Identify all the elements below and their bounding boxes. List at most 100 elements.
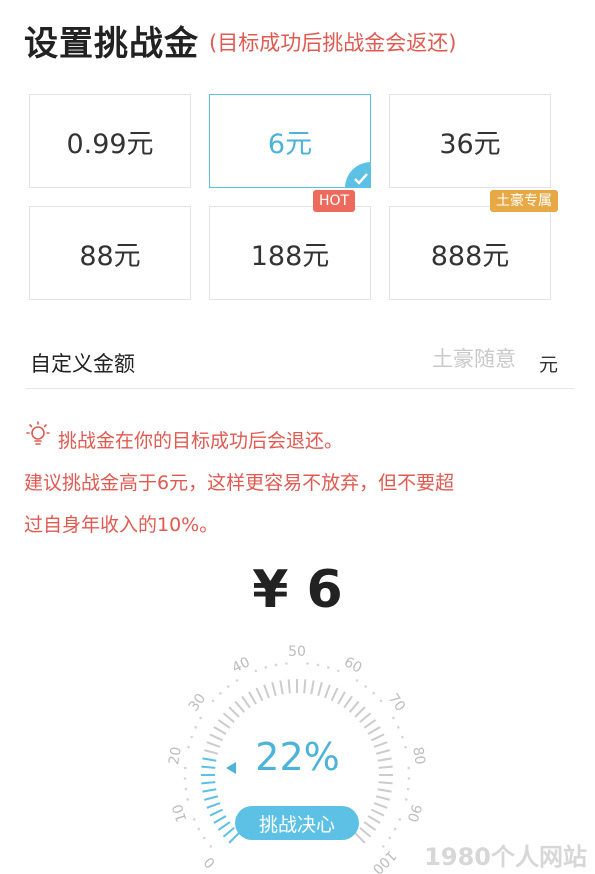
gauge-tick-label: 10 xyxy=(170,802,191,824)
gauge-scale-dot xyxy=(336,669,340,673)
gauge-tick xyxy=(201,781,216,785)
gauge-tick-label: 100 xyxy=(369,847,399,874)
gauge-tick xyxy=(248,691,257,705)
tip-line-3: 过自身年收入的10%。 xyxy=(24,514,219,536)
gauge-tick xyxy=(359,826,372,838)
gauge-scale-dot xyxy=(398,818,402,821)
amount-option-36[interactable]: 36元 xyxy=(389,94,551,188)
gauge-scale-dot xyxy=(264,666,268,669)
gauge-tick xyxy=(324,684,331,699)
gauge-scale-dot xyxy=(235,679,239,682)
amount-option-label: 888元 xyxy=(430,240,510,272)
gauge-scale-dot xyxy=(209,845,213,848)
gauge-scale-dot xyxy=(355,679,359,682)
gauge-tick xyxy=(202,788,217,793)
custom-amount-label: 自定义金额 xyxy=(30,352,135,376)
header: 设置挑战金 (目标成功后挑战金会返还) xyxy=(24,14,456,66)
gauge-tick xyxy=(279,680,284,695)
gauge-tick-label: 60 xyxy=(341,654,364,676)
amount-option-0-99[interactable]: 0.99元 xyxy=(29,94,191,188)
amount-option-6[interactable]: 6元 xyxy=(209,94,371,188)
gauge-tick xyxy=(330,687,339,702)
gauge-scale-dot xyxy=(199,716,202,720)
gauge-tick xyxy=(354,832,366,844)
tip-line-1: 挑战金在你的目标成功后会退还。 xyxy=(58,430,344,452)
gauge-scale-dot xyxy=(274,663,278,667)
lightbulb-icon xyxy=(24,420,52,462)
gauge-tick xyxy=(370,808,385,817)
gauge-tick xyxy=(367,726,381,735)
gauge-tick xyxy=(255,687,264,702)
gauge-scale-dot xyxy=(397,726,400,729)
gauge-tick xyxy=(378,781,393,785)
gauge-tick xyxy=(348,700,360,713)
gauge-tick xyxy=(317,682,323,697)
gauge-scale-dot xyxy=(285,662,288,665)
gauge-scale-dot xyxy=(192,818,196,821)
gauge-tick xyxy=(287,679,291,694)
gauge-scale-dot xyxy=(388,836,391,840)
gauge-pointer-icon xyxy=(226,762,236,774)
gauge-tick xyxy=(354,706,366,718)
gauge-scale-dot xyxy=(184,787,188,791)
custom-amount-row: 自定义金额 元 xyxy=(26,338,574,389)
gauge-scale-dot xyxy=(219,692,222,695)
gauge-tick xyxy=(303,679,307,694)
amount-option-188[interactable]: 188元 xyxy=(209,206,371,300)
gauge-tick xyxy=(213,726,227,735)
gauge-scale-dot xyxy=(381,845,385,848)
amount-option-label: 36元 xyxy=(439,128,501,160)
watermark: 1980个人网站 xyxy=(424,843,587,871)
gauge-tick-label: 30 xyxy=(186,691,209,715)
tuhao-badge: 土豪专属 xyxy=(490,190,558,212)
gauge-percent: 22% xyxy=(255,735,340,779)
gauge-tick xyxy=(363,821,377,831)
page-subtitle: (目标成功后挑战金会返还) xyxy=(209,31,457,55)
tip-line-2: 建议挑战金高于6元，这样更容易不放弃，但不要超 xyxy=(24,472,455,494)
gauge-scale-dot xyxy=(406,787,410,791)
gauge-scale-dot xyxy=(211,699,215,703)
gauge-tick-label: 70 xyxy=(385,691,408,715)
gauge-scale-dot xyxy=(405,798,408,801)
gauge-scale-dot xyxy=(392,716,395,720)
gauge-scale-dot xyxy=(316,663,320,667)
gauge-scale-dot xyxy=(379,699,383,703)
gauge-tick xyxy=(228,832,240,844)
custom-amount-unit: 元 xyxy=(538,354,558,376)
gauge-tick xyxy=(222,826,235,838)
amount-option-label: 88元 xyxy=(79,240,141,272)
gauge-tick xyxy=(217,821,231,831)
tips-block: 挑战金在你的目标成功后会退还。 建议挑战金高于6元，这样更容易不放弃，但不要超 … xyxy=(24,420,574,546)
gauge-scale-dot xyxy=(197,827,201,831)
challenge-determination-button[interactable]: 挑战决心 xyxy=(235,806,359,840)
custom-amount-input[interactable] xyxy=(394,346,518,372)
gauge-tick xyxy=(263,684,270,699)
gauge-scale-dot xyxy=(326,666,330,669)
amount-option-label: 6元 xyxy=(267,128,313,160)
gauge-tick xyxy=(367,815,381,824)
gauge-tick-label: 90 xyxy=(404,802,425,824)
gauge-tick xyxy=(363,719,377,729)
amount-option-label: 188元 xyxy=(250,240,330,272)
gauge-tick xyxy=(337,691,346,705)
amount-option-888[interactable]: 888元 xyxy=(389,206,551,300)
gauge-tick-label: 50 xyxy=(288,644,306,660)
gauge-scale-dot xyxy=(203,836,206,840)
gauge-tick xyxy=(241,695,251,709)
gauge-tick xyxy=(377,788,392,793)
gauge-tick-label: 0 xyxy=(201,853,219,871)
gauge-tick xyxy=(222,712,235,724)
gauge-tick xyxy=(310,680,315,695)
gauge-tick xyxy=(234,700,246,713)
gauge-scale-dot xyxy=(393,827,397,831)
gauge-tick xyxy=(373,802,388,809)
gauge-tick xyxy=(206,802,221,809)
gauge-tick xyxy=(213,815,227,824)
gauge-tick xyxy=(217,719,231,729)
gauge-tick-label: 40 xyxy=(230,654,253,676)
gauge-scale-dot xyxy=(306,662,309,665)
amount-option-88[interactable]: 88元 xyxy=(29,206,191,300)
gauge-scale-dot xyxy=(364,685,367,688)
amount-option-label: 0.99元 xyxy=(66,128,154,160)
gauge-tick xyxy=(271,682,277,697)
